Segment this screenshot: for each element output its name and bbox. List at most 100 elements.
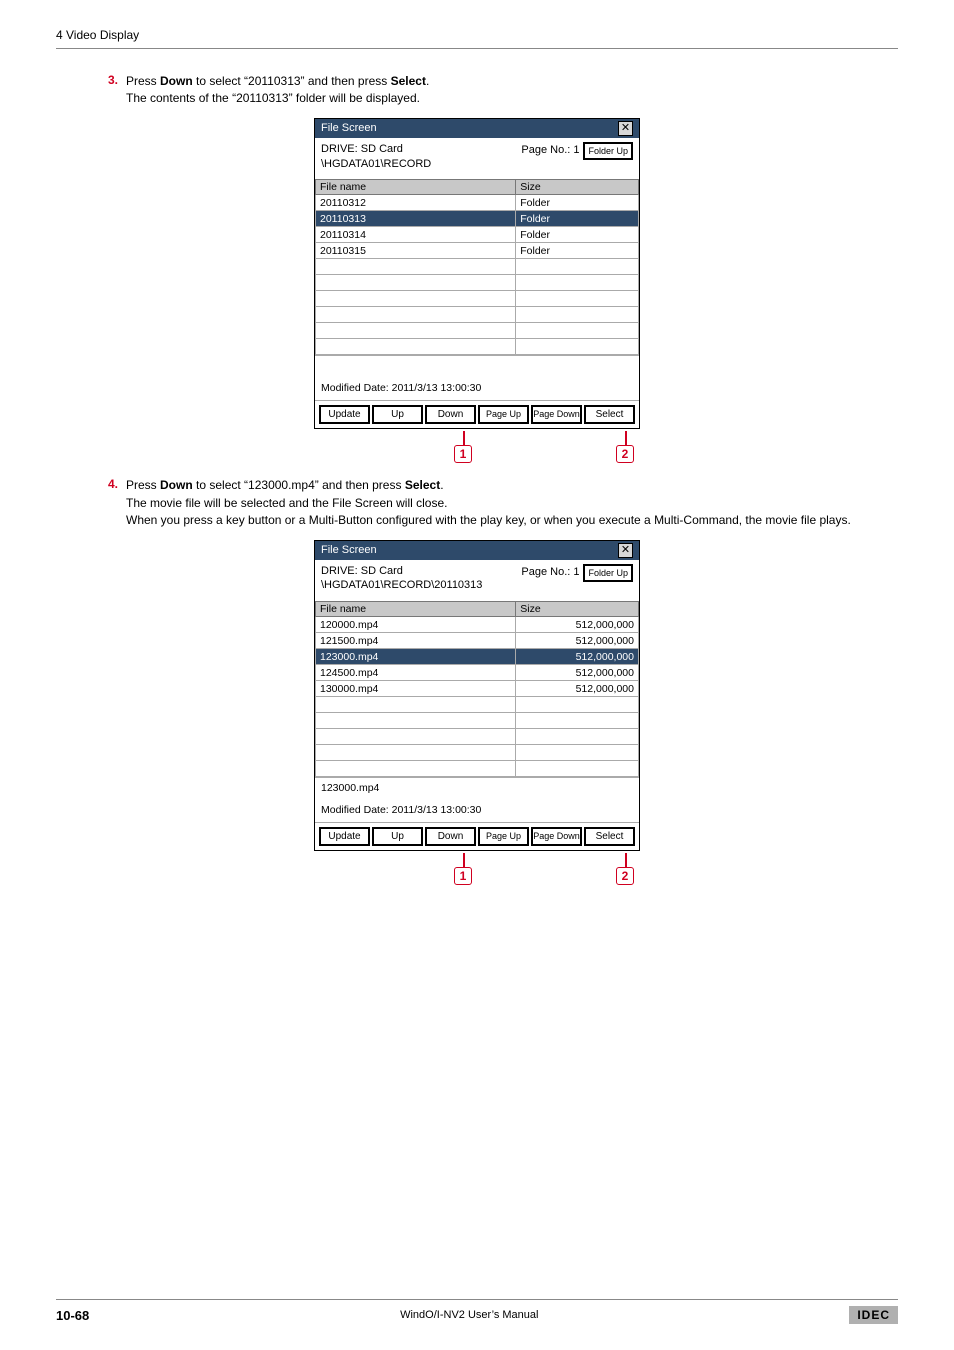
step-3: 3. Press Down to select “20110313” and t… <box>108 73 898 108</box>
cell-size: 512,000,000 <box>516 649 639 665</box>
t: Down <box>160 478 193 492</box>
callout-2: 2 <box>616 445 634 463</box>
cell-name: 123000.mp4 <box>316 649 516 665</box>
cell-size: 512,000,000 <box>516 617 639 633</box>
table-row[interactable]: 124500.mp4512,000,000 <box>316 665 639 681</box>
table-row[interactable]: 20110314Folder <box>316 227 639 243</box>
table-row-empty <box>316 291 639 307</box>
brand-logo: IDEC <box>849 1306 898 1324</box>
update-button[interactable]: Update <box>319 827 370 846</box>
table-row-empty <box>316 697 639 713</box>
select-button[interactable]: Select <box>584 827 635 846</box>
modified-date: Modified Date: 2011/3/13 13:00:30 <box>321 804 633 816</box>
up-button[interactable]: Up <box>372 827 423 846</box>
page-number: 10-68 <box>56 1308 89 1323</box>
table-row-empty <box>316 713 639 729</box>
cell-size: Folder <box>516 243 639 259</box>
callout-1: 1 <box>454 867 472 885</box>
file-table: File name Size 120000.mp4512,000,0001215… <box>315 601 639 777</box>
status-area: Modified Date: 2011/3/13 13:00:30 <box>315 355 639 401</box>
table-row[interactable]: 20110313Folder <box>316 211 639 227</box>
table-row-empty <box>316 729 639 745</box>
select-button[interactable]: Select <box>584 405 635 424</box>
down-button[interactable]: Down <box>425 405 476 424</box>
col-header-size: Size <box>516 602 639 617</box>
cell-size: Folder <box>516 195 639 211</box>
step-subtext: The movie file will be selected and the … <box>126 495 898 512</box>
close-icon[interactable]: ✕ <box>618 121 633 136</box>
col-header-name: File name <box>316 180 516 195</box>
t: Press <box>126 74 160 88</box>
selected-file: 123000.mp4 <box>321 782 633 794</box>
t: . <box>440 478 443 492</box>
table-row-empty <box>316 307 639 323</box>
step-subtext: When you press a key button or a Multi-B… <box>126 512 898 529</box>
window-title: File Screen <box>321 122 377 134</box>
modified-date: Modified Date: 2011/3/13 13:00:30 <box>321 382 633 394</box>
t: to select “20110313” and then press <box>193 74 391 88</box>
up-button[interactable]: Up <box>372 405 423 424</box>
step-4: 4. Press Down to select “123000.mp4” and… <box>108 477 898 529</box>
window-titlebar: File Screen ✕ <box>315 119 639 138</box>
cell-name: 20110315 <box>316 243 516 259</box>
t: Select <box>391 74 426 88</box>
cell-size: 512,000,000 <box>516 633 639 649</box>
section-header: 4 Video Display <box>56 28 898 49</box>
table-row[interactable]: 121500.mp4512,000,000 <box>316 633 639 649</box>
cell-name: 20110314 <box>316 227 516 243</box>
drive-label: DRIVE: SD Card <box>321 142 521 157</box>
drive-info: DRIVE: SD Card \HGDATA01\RECORD\20110313 <box>321 564 521 594</box>
down-button[interactable]: Down <box>425 827 476 846</box>
window-title: File Screen <box>321 544 377 556</box>
t: Down <box>160 74 193 88</box>
page-up-button[interactable]: Page Up <box>478 405 529 424</box>
t: Select <box>405 478 440 492</box>
manual-title: WindO/I-NV2 User’s Manual <box>89 1309 849 1321</box>
table-row[interactable]: 130000.mp4512,000,000 <box>316 681 639 697</box>
update-button[interactable]: Update <box>319 405 370 424</box>
cell-name: 20110313 <box>316 211 516 227</box>
callout-2: 2 <box>616 867 634 885</box>
step-number: 3. <box>108 73 126 87</box>
cell-name: 120000.mp4 <box>316 617 516 633</box>
cell-name: 124500.mp4 <box>316 665 516 681</box>
step-subtext: The contents of the “20110313” folder wi… <box>126 90 898 107</box>
drive-info: DRIVE: SD Card \HGDATA01\RECORD <box>321 142 521 172</box>
step-text: Press Down to select “20110313” and then… <box>126 73 898 90</box>
drive-label: DRIVE: SD Card <box>321 564 521 579</box>
table-row-empty <box>316 323 639 339</box>
table-row[interactable]: 120000.mp4512,000,000 <box>316 617 639 633</box>
table-row-empty <box>316 761 639 777</box>
callout-1: 1 <box>454 445 472 463</box>
cell-name: 130000.mp4 <box>316 681 516 697</box>
t: . <box>426 74 429 88</box>
table-row[interactable]: 123000.mp4512,000,000 <box>316 649 639 665</box>
cell-name: 121500.mp4 <box>316 633 516 649</box>
table-row[interactable]: 20110312Folder <box>316 195 639 211</box>
folder-up-button[interactable]: Folder Up <box>583 142 633 160</box>
page-down-button[interactable]: Page Down <box>531 405 582 424</box>
file-screen-2: File Screen ✕ DRIVE: SD Card \HGDATA01\R… <box>314 540 640 852</box>
table-row-empty <box>316 275 639 291</box>
file-screen-1: File Screen ✕ DRIVE: SD Card \HGDATA01\R… <box>314 118 640 430</box>
t: Press <box>126 478 160 492</box>
close-icon[interactable]: ✕ <box>618 543 633 558</box>
table-row-empty <box>316 339 639 355</box>
col-header-name: File name <box>316 602 516 617</box>
cell-size: 512,000,000 <box>516 665 639 681</box>
path-label: \HGDATA01\RECORD\20110313 <box>321 578 521 593</box>
table-row-empty <box>316 745 639 761</box>
folder-up-button[interactable]: Folder Up <box>583 564 633 582</box>
page-up-button[interactable]: Page Up <box>478 827 529 846</box>
page-footer: 10-68 WindO/I-NV2 User’s Manual IDEC <box>56 1299 898 1324</box>
step-text: Press Down to select “123000.mp4” and th… <box>126 477 898 494</box>
page-down-button[interactable]: Page Down <box>531 827 582 846</box>
step-number: 4. <box>108 477 126 491</box>
page-no: Page No.: 1 <box>521 142 583 172</box>
file-table: File name Size 20110312Folder20110313Fol… <box>315 179 639 355</box>
cell-size: Folder <box>516 227 639 243</box>
page-no: Page No.: 1 <box>521 564 583 594</box>
table-row[interactable]: 20110315Folder <box>316 243 639 259</box>
col-header-size: Size <box>516 180 639 195</box>
cell-name: 20110312 <box>316 195 516 211</box>
